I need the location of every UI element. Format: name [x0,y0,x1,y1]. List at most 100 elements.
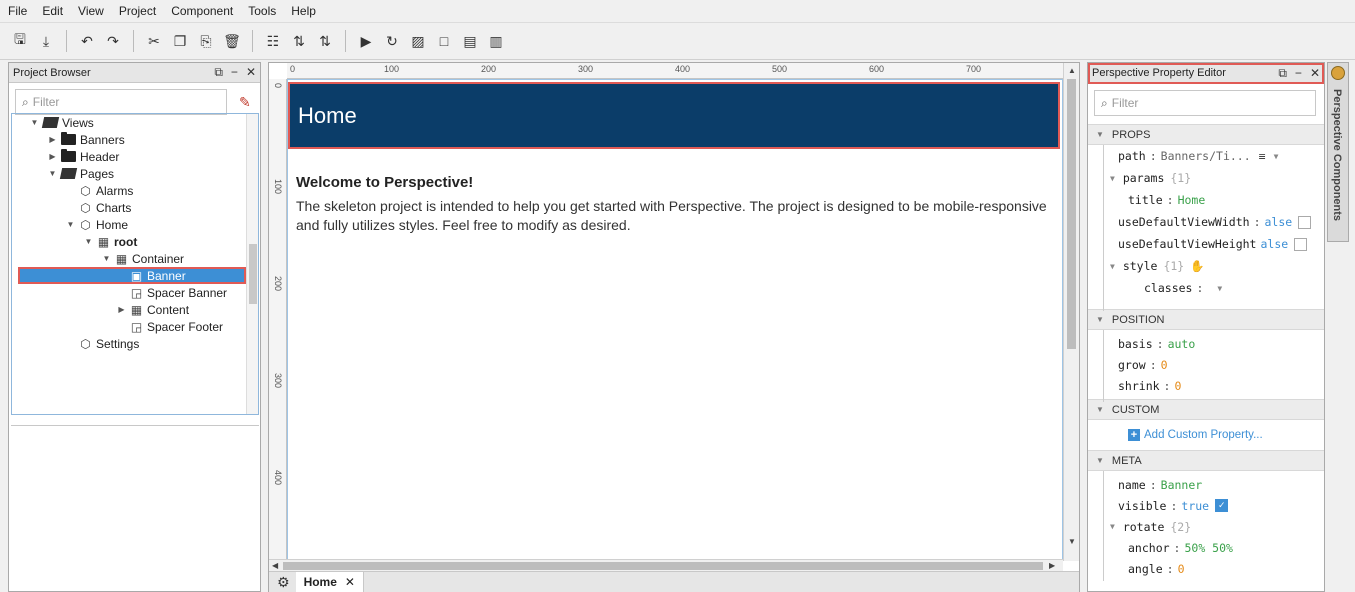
section-custom[interactable]: ▼ CUSTOM [1088,399,1324,420]
close-icon[interactable]: ✕ [1310,66,1320,81]
expand-arrow-icon[interactable]: ▼ [84,237,93,246]
canvas-vertical-scrollbar[interactable]: ▲ ▼ [1063,63,1079,561]
tree-item-alarms[interactable]: ⬡ Alarms [79,182,133,199]
prop-use-default-view-height[interactable]: useDefaultViewHeight alse [1088,233,1324,255]
style-icon[interactable]: ✋ [1190,259,1204,273]
tab-home[interactable]: Home ✕ [295,571,364,592]
banner-component[interactable]: Home [288,82,1060,149]
tree-item-pages[interactable]: ▼ Pages [48,165,115,182]
collapse-arrow-icon[interactable]: ▼ [1096,130,1104,139]
minimize-icon[interactable]: − [1295,66,1302,81]
perspective-components-tab[interactable]: Perspective Components [1327,62,1349,242]
menu-tools[interactable]: Tools [248,4,276,18]
prop-grow[interactable]: grow:0 [1088,354,1324,375]
collapse-arrow-icon[interactable]: ▼ [1096,315,1104,324]
window-icon[interactable]: □ [434,31,454,51]
menu-view[interactable]: View [78,4,104,18]
tree-scrollbar[interactable] [246,114,258,414]
refresh-icon[interactable]: ↻ [382,31,402,51]
canvas-vertical-scrollbar-thumb[interactable] [1067,79,1076,349]
prop-basis[interactable]: basis: auto [1088,333,1324,354]
collapse-arrow-icon[interactable]: ▼ [1096,405,1104,414]
close-icon[interactable]: ✕ [246,65,256,80]
property-filter-input[interactable]: ⌕ Filter [1094,90,1316,116]
expand-arrow-icon[interactable]: ▼ [102,254,111,263]
tree-item-header[interactable]: ▶ Header [48,148,119,165]
tree-item-content[interactable]: ▶ ▦ Content [117,301,189,318]
list-icon[interactable]: ≡ [1259,149,1266,163]
paste-icon[interactable]: ⎘ [196,31,216,51]
tree-scrollbar-thumb[interactable] [249,244,257,304]
section-props[interactable]: ▼ PROPS [1088,124,1324,145]
undo-icon[interactable]: ↶ [77,31,97,51]
section-meta[interactable]: ▼ META [1088,450,1324,471]
collapse-arrow-icon[interactable]: ▼ [1096,456,1104,465]
add-custom-property-button[interactable]: + Add Custom Property... [1088,420,1324,450]
dock-icon[interactable]: ▤ [460,31,480,51]
menu-project[interactable]: Project [119,4,156,18]
checkbox-checked[interactable]: ✓ [1215,499,1229,512]
expand-arrow-icon[interactable]: ▼ [1110,522,1115,531]
tree-item-banners[interactable]: ▶ Banners [48,131,125,148]
edit-icon[interactable]: ✎ [239,94,251,111]
checkbox[interactable] [1294,237,1308,251]
expand-arrow-icon[interactable]: ▼ [1110,174,1115,183]
expand-arrow-icon[interactable]: ▼ [1110,262,1115,271]
save-all-icon[interactable]: ⤓ [36,31,56,51]
prop-use-default-view-width[interactable]: useDefaultViewWidth: alse [1088,211,1324,233]
play-icon[interactable]: ▶ [356,31,376,51]
prop-rotate[interactable]: ▼ rotate {2} [1088,516,1324,537]
scroll-left-icon[interactable]: ◀ [272,561,278,570]
delete-icon[interactable]: 🗑 [222,31,242,51]
dock-alt-icon[interactable]: ▥ [486,31,506,51]
menu-file[interactable]: File [8,4,27,18]
menu-edit[interactable]: Edit [42,4,63,18]
scroll-down-icon[interactable]: ▼ [1068,537,1076,546]
cut-icon[interactable]: ✂ [144,31,164,51]
prop-anchor[interactable]: anchor:50% 50% [1088,537,1324,558]
view-canvas[interactable]: Home Welcome to Perspective! The skeleto… [287,79,1063,561]
prop-angle[interactable]: angle:0 [1088,558,1324,579]
redo-icon[interactable]: ↷ [103,31,123,51]
tree-item-settings[interactable]: ⬡ Settings [79,335,139,352]
tree-item-spacer-banner[interactable]: ◲ Spacer Banner [130,284,227,301]
tree-item-charts[interactable]: ⬡ Charts [79,199,131,216]
tree-item-container[interactable]: ▼ ▦ Container [102,250,185,267]
canvas-horizontal-scrollbar[interactable]: ◀ ▶ [269,559,1063,571]
checkbox[interactable] [1298,215,1312,229]
dropdown-icon[interactable]: ▼ [1274,152,1279,161]
align-alt-icon[interactable]: ⇅ [315,31,335,51]
collapse-arrow-icon[interactable]: ▶ [117,305,126,314]
copy-icon[interactable]: ❐ [170,31,190,51]
tree-item-root[interactable]: ▼ ▦ root [84,233,138,250]
dropdown-icon[interactable]: ▼ [1217,284,1222,293]
close-tab-icon[interactable]: ✕ [345,575,355,589]
prop-name[interactable]: name: Banner [1088,474,1324,495]
prop-shrink[interactable]: shrink:0 [1088,375,1324,396]
section-position[interactable]: ▼ POSITION [1088,309,1324,330]
tree-item-spacer-footer[interactable]: ◲ Spacer Footer [130,318,223,335]
layout-icon[interactable]: ▨ [408,31,428,51]
collapse-arrow-icon[interactable]: ▶ [48,135,57,144]
tree-item-home[interactable]: ▼ ⬡ Home [66,216,128,233]
expand-arrow-icon[interactable]: ▼ [66,220,75,229]
collapse-arrow-icon[interactable]: ▶ [48,152,57,161]
expand-arrow-icon[interactable]: ▼ [48,169,57,178]
group-icon[interactable]: ☷ [263,31,283,51]
expand-arrow-icon[interactable]: ▼ [30,118,39,127]
menu-component[interactable]: Component [171,4,233,18]
scroll-right-icon[interactable]: ▶ [1049,561,1055,570]
prop-params[interactable]: ▼ params {1} [1088,167,1324,189]
prop-classes[interactable]: classes: ▼ [1088,277,1324,299]
project-filter-input[interactable]: ⌕ Filter [15,89,227,115]
align-icon[interactable]: ⇅ [289,31,309,51]
tree-item-views[interactable]: ▼ Views [30,114,94,131]
prop-path[interactable]: path: Banners/Ti... ≡ ▼ [1088,145,1324,167]
scroll-up-icon[interactable]: ▲ [1068,66,1076,75]
prop-style[interactable]: ▼ style {1} ✋ [1088,255,1324,277]
canvas-horizontal-scrollbar-thumb[interactable] [283,562,1043,570]
restore-icon[interactable]: ⧉ [1278,66,1287,81]
prop-visible[interactable]: visible: true ✓ [1088,495,1324,516]
save-icon[interactable]: 🖫 [10,31,30,51]
restore-icon[interactable]: ⧉ [214,65,223,80]
